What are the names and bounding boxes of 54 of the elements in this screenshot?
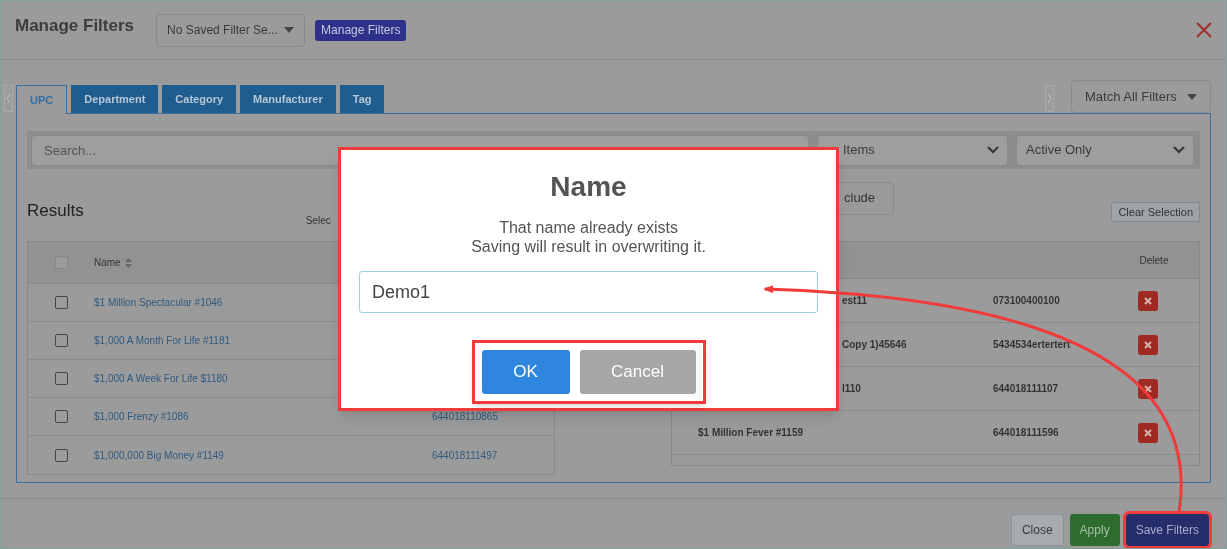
selected-item-name: est11 [842,294,868,308]
close-icon [1144,296,1152,305]
dialog-title: Manage Filters [15,15,135,38]
row-checkbox[interactable] [54,410,68,423]
footer-button[interactable]: Save Filters [1125,514,1209,546]
caret-icon [284,27,295,33]
delete-button[interactable] [1138,334,1158,355]
selected-item-name: l110 [842,382,861,396]
row-checkbox[interactable] [54,296,68,309]
select-label: Selec [305,213,331,228]
close-icon [1144,340,1152,349]
upc-link[interactable]: 644018110865 [432,409,498,424]
close-icon [1144,428,1152,437]
manage-filters-button[interactable]: Manage Filters [315,19,407,41]
dialog-heading: Name [550,170,627,204]
selected-item-upc: 5434534ertertert [993,338,1072,352]
selected-item-upc: 644018111107 [993,382,1060,396]
filter-tab[interactable]: Department [71,85,159,113]
row-checkbox[interactable] [54,334,68,347]
results-heading: Results [27,200,84,223]
selected-item-upc: 644018111596 [993,426,1060,440]
delete-button[interactable] [1138,422,1158,443]
sort-icon [124,257,132,268]
dialog-message: Saving will result in overwriting it. [471,237,706,256]
column-header[interactable]: Name [94,255,132,270]
match-filters-select[interactable]: Match All Filters [1071,80,1211,113]
dialog-button[interactable]: Cancel [579,350,696,394]
selected-item-name: $1 Million Fever #1159 [698,426,804,440]
item-name-link[interactable]: $1,000 Frenzy #1086 [94,409,432,424]
footer-button[interactable]: Apply [1069,514,1120,546]
filter-select[interactable]: Active Only [1016,134,1194,166]
dialog-button[interactable]: OK [481,350,570,394]
dialog-message: That name already exists [499,218,678,237]
name-input[interactable]: Demo1 [359,271,818,313]
item-name-link[interactable]: $1,000,000 Big Money #1149 [94,447,432,463]
selected-item-name: Copy 1)45646 [842,338,907,352]
saved-filter-select[interactable]: No Saved Filter Se... [156,13,306,47]
row-checkbox[interactable] [54,448,68,462]
filter-tab[interactable]: Category [162,85,237,113]
column-header: Delete [1138,253,1170,268]
filter-tab[interactable]: Tag [339,85,385,113]
filter-tab[interactable]: Manufacturer [240,85,336,113]
close-icon [1144,384,1152,393]
delete-button[interactable] [1138,290,1158,311]
filter-select[interactable]: Items [817,134,1008,166]
chevron-down-icon [1173,146,1185,154]
clear-selection-button[interactable]: Clear Selection [1111,202,1200,222]
row-checkbox[interactable] [54,372,68,385]
upc-link[interactable]: 644018111497 [432,447,498,463]
caret-icon [1187,93,1197,100]
close-icon[interactable] [1196,22,1212,38]
selected-item-upc: 073100400100 [993,294,1061,308]
chevron-down-icon [987,146,999,154]
footer-button[interactable]: Close [1010,514,1064,546]
